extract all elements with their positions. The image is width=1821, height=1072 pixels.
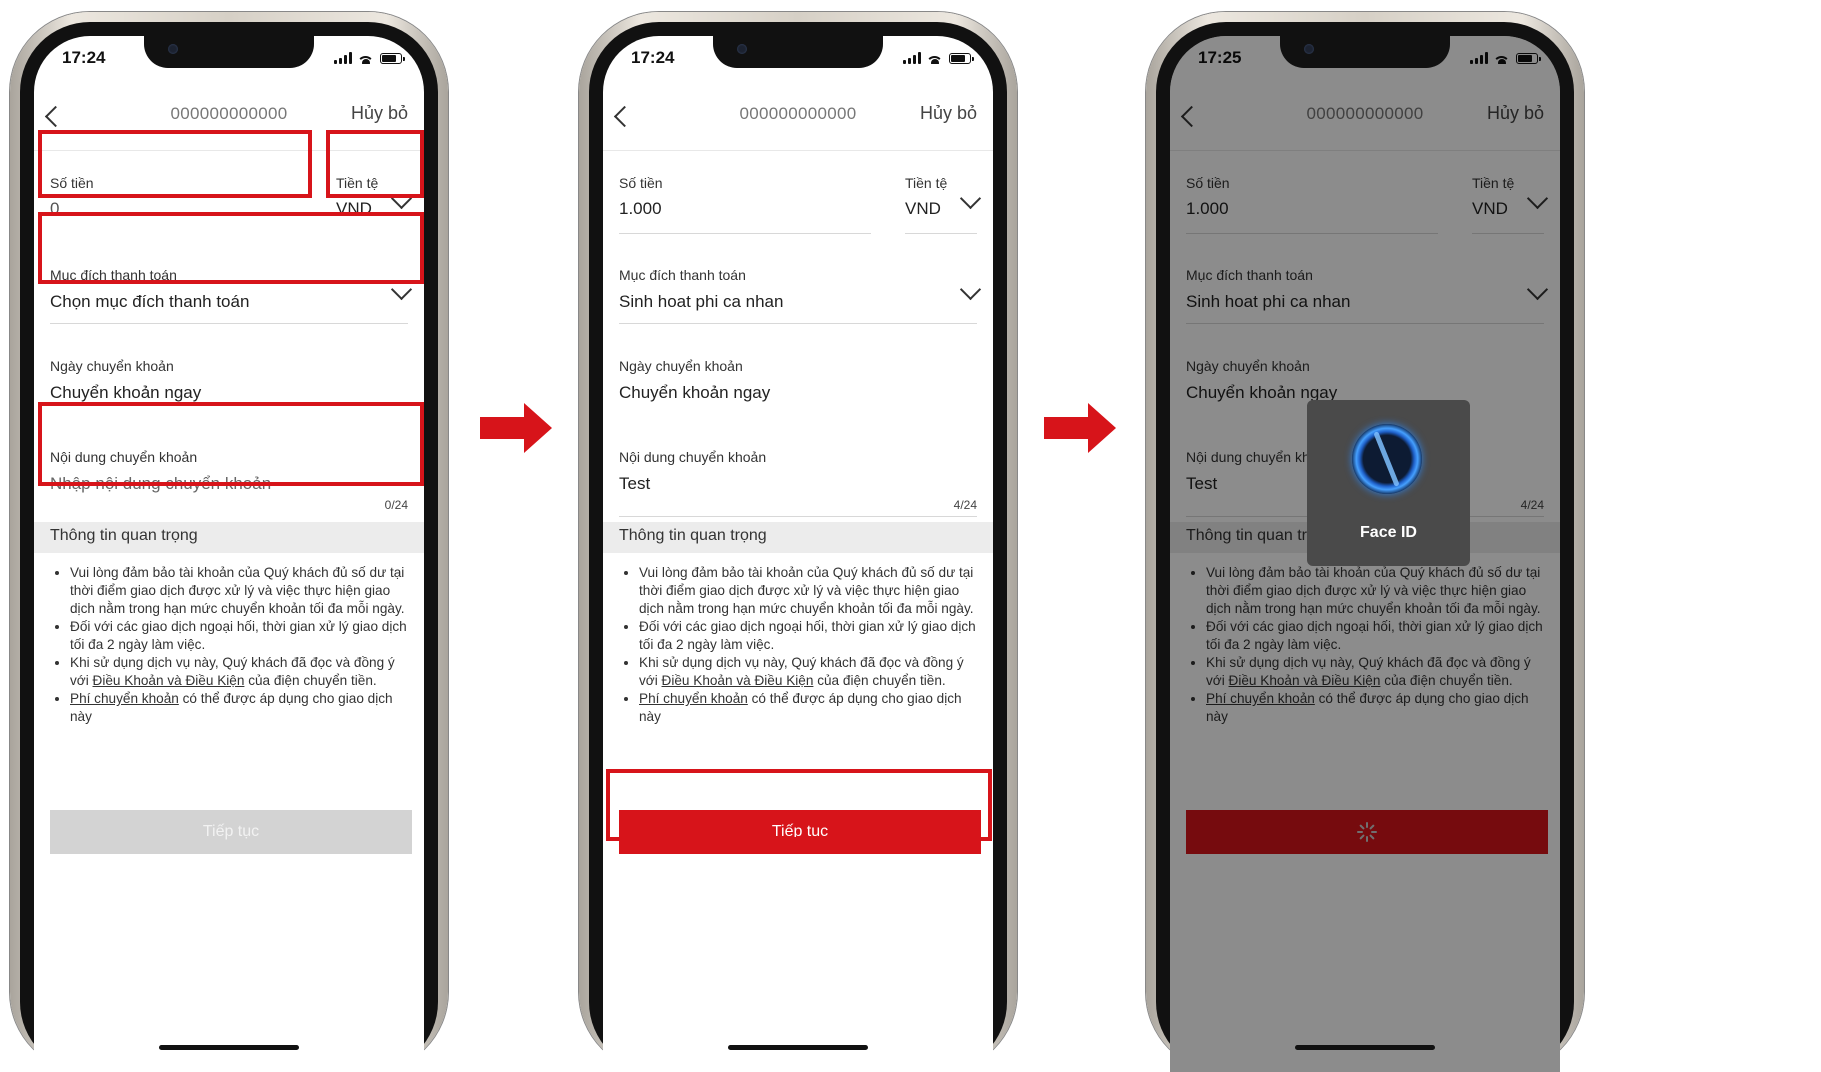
home-indicator <box>728 1045 868 1050</box>
screen-step-2: 17:24 000000000000 Hủy bỏ Số tiền 1.000 … <box>603 36 993 1072</box>
purpose-select[interactable]: Sinh hoat phi ca nhan <box>619 292 783 312</box>
phone-step-3: 17:25 000000000000 Hủy bỏ Số tiền 1.000 … <box>1146 12 1584 1072</box>
faceid-icon <box>1352 424 1422 494</box>
continue-button-disabled[interactable]: Tiếp tục <box>50 810 412 854</box>
list-item: Vui lòng đảm bảo tài khoản của Quý khách… <box>70 564 414 618</box>
date-value[interactable]: Chuyển khoản ngay <box>619 383 770 403</box>
cancel-button[interactable]: Hủy bỏ <box>351 103 408 124</box>
terms-link[interactable]: Điều Khoản và Điều Kiện <box>662 673 814 688</box>
list-item: Phí chuyển khoản có thể được áp dụng cho… <box>70 690 414 726</box>
amount-label: Số tiền <box>619 175 663 191</box>
content-counter: 4/24 <box>953 498 977 512</box>
highlight-purpose <box>38 212 424 284</box>
important-info-list: Vui lòng đảm bảo tài khoản của Quý khách… <box>52 564 414 726</box>
list-item: Đối với các giao dịch ngoại hối, thời gi… <box>70 618 414 654</box>
important-info-header: Thông tin quan trọng <box>34 522 424 553</box>
list-item: Vui lòng đảm bảo tài khoản của Quý khách… <box>639 564 983 618</box>
list-item: Phí chuyển khoản có thể được áp dụng cho… <box>639 690 983 726</box>
currency-select[interactable]: VND <box>905 199 941 219</box>
battery-icon <box>380 53 405 64</box>
status-time: 17:24 <box>62 48 106 67</box>
screen-step-3: 17:25 000000000000 Hủy bỏ Số tiền 1.000 … <box>1170 36 1560 1072</box>
highlight-currency <box>326 130 424 198</box>
purpose-chevron-down-icon[interactable] <box>959 278 982 301</box>
list-item: Khi sử dụng dịch vụ này, Quý khách đã đọ… <box>639 654 983 690</box>
amount-input[interactable]: 1.000 <box>619 199 662 219</box>
wifi-icon <box>927 51 943 64</box>
highlight-amount <box>38 130 312 198</box>
list-item: Đối với các giao dịch ngoại hối, thời gi… <box>639 618 983 654</box>
status-icons <box>334 50 405 64</box>
content-input[interactable]: Test <box>619 474 650 494</box>
front-camera <box>168 44 178 54</box>
status-time: 17:24 <box>631 48 675 67</box>
home-indicator <box>159 1045 299 1050</box>
date-value[interactable]: Chuyển khoản ngay <box>50 383 201 403</box>
cellular-signal-icon <box>334 52 352 64</box>
front-camera <box>1304 44 1314 54</box>
purpose-label: Mục đích thanh toán <box>619 267 746 283</box>
nav-bar: 000000000000 Hủy bỏ <box>603 94 993 151</box>
next-step-arrow-icon <box>1044 403 1116 453</box>
purpose-select[interactable]: Chọn mục đích thanh toán <box>50 292 249 312</box>
content-label: Nội dung chuyển khoản <box>619 449 767 465</box>
highlight-continue <box>606 769 992 841</box>
fee-link[interactable]: Phí chuyển khoản <box>639 691 748 706</box>
next-step-arrow-icon <box>480 403 552 453</box>
faceid-dialog: Face ID <box>1307 400 1470 566</box>
front-camera <box>737 44 747 54</box>
wifi-icon <box>358 51 374 64</box>
important-info-header: Thông tin quan trọng <box>603 522 993 553</box>
fee-link[interactable]: Phí chuyển khoản <box>70 691 179 706</box>
highlight-content <box>38 402 424 486</box>
date-label: Ngày chuyển khoản <box>50 358 174 374</box>
currency-chevron-down-icon[interactable] <box>959 187 982 210</box>
terms-link[interactable]: Điều Khoản và Điều Kiện <box>93 673 245 688</box>
phone-step-2: 17:24 000000000000 Hủy bỏ Số tiền 1.000 … <box>579 12 1017 1072</box>
cellular-signal-icon <box>903 52 921 64</box>
faceid-label: Face ID <box>1360 524 1417 541</box>
date-label: Ngày chuyển khoản <box>619 358 743 374</box>
cancel-button[interactable]: Hủy bỏ <box>920 103 977 124</box>
battery-icon <box>949 53 974 64</box>
important-info-list: Vui lòng đảm bảo tài khoản của Quý khách… <box>621 564 983 726</box>
content-counter: 0/24 <box>384 498 408 512</box>
status-icons <box>903 50 974 64</box>
currency-label: Tiền tệ <box>905 175 948 191</box>
home-indicator <box>1295 1045 1435 1050</box>
list-item: Khi sử dụng dịch vụ này, Quý khách đã đọ… <box>70 654 414 690</box>
